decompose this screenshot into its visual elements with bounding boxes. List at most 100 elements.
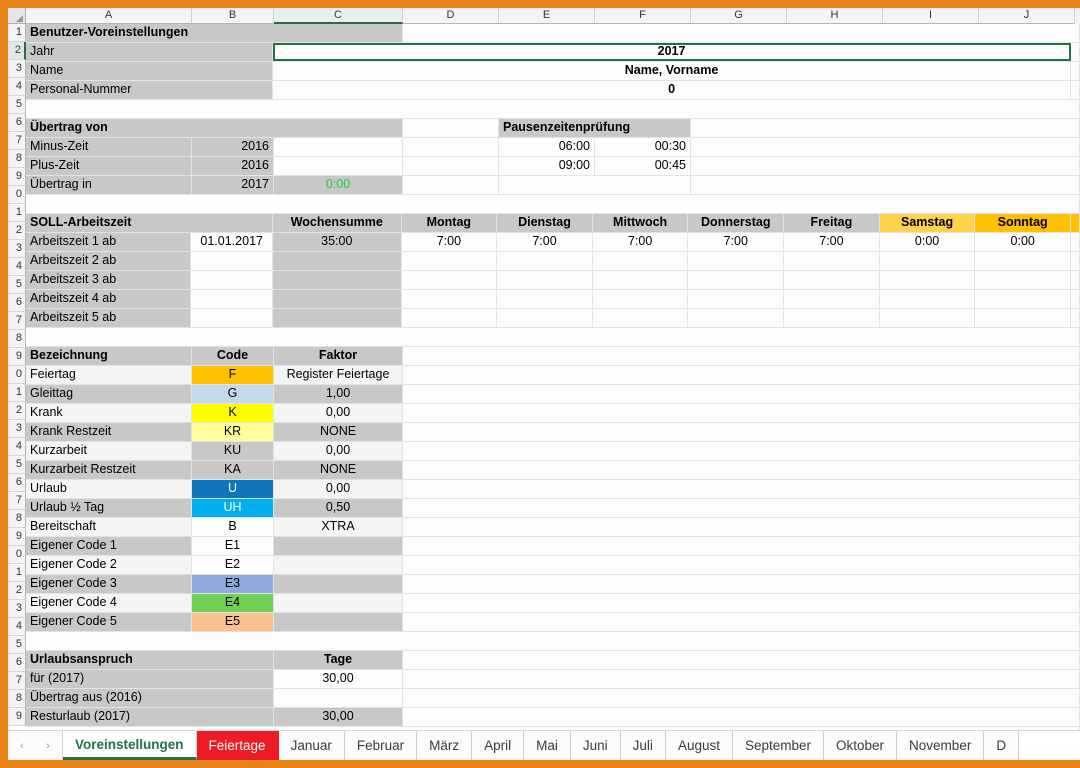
soll-day-1-4[interactable]: 7:00 [688,233,784,251]
code-value-5[interactable]: KU [192,442,274,460]
sheet-tab-mai[interactable]: Mai [524,731,571,760]
sheet-tab-januar[interactable]: Januar [279,731,345,760]
empty-cell[interactable] [403,176,499,194]
soll-day-1-5[interactable]: 7:00 [784,233,880,251]
soll-day-2-3[interactable] [593,252,689,270]
empty-cell[interactable] [26,195,1080,213]
empty-cell[interactable] [403,138,499,156]
soll-day-5-2[interactable] [497,309,593,327]
soll-date-3[interactable] [191,271,273,289]
empty-cell[interactable] [403,670,1080,688]
code-value-9[interactable]: B [192,518,274,536]
soll-day-2-4[interactable] [688,252,784,270]
empty-cell[interactable] [1071,43,1080,61]
code-faktor-8[interactable]: 0,50 [274,499,403,517]
soll-day-3-1[interactable] [402,271,498,289]
soll-day-5-3[interactable] [593,309,689,327]
empty-cell[interactable] [403,480,1080,498]
sheet-tab-april[interactable]: April [472,731,524,760]
empty-cell[interactable] [691,176,1080,194]
code-faktor-9[interactable]: XTRA [274,518,403,536]
soll-day-1-3[interactable]: 7:00 [593,233,689,251]
code-value-7[interactable]: U [192,480,274,498]
empty-cell[interactable] [403,442,1080,460]
column-header-a[interactable]: A [26,8,192,24]
code-faktor-6[interactable]: NONE [274,461,403,479]
empty-cell[interactable] [403,575,1080,593]
soll-day-2-1[interactable] [402,252,498,270]
empty-cell[interactable] [403,347,1080,365]
column-header-i[interactable]: I [883,8,979,24]
row-header-9[interactable]: 9 [8,168,26,186]
empty-cell[interactable] [403,556,1080,574]
soll-day-4-6[interactable] [880,290,976,308]
empty-cell[interactable] [403,708,1080,726]
soll-day-3-2[interactable] [497,271,593,289]
column-header-f[interactable]: F [595,8,691,24]
empty-cell[interactable] [403,594,1080,612]
row-header-16[interactable]: 6 [8,294,26,312]
row-header-37[interactable]: 7 [8,672,26,690]
soll-day-5-1[interactable] [402,309,498,327]
pausen-dur-2[interactable]: 00:45 [595,157,691,175]
pausen-from-1[interactable]: 06:00 [499,138,595,156]
sheet-tab-voreinstellungen[interactable]: Voreinstellungen [63,731,197,760]
empty-cell[interactable] [26,328,1080,346]
empty-cell[interactable] [1071,290,1080,308]
soll-day-4-7[interactable] [975,290,1071,308]
row-header-21[interactable]: 1 [8,384,26,402]
sheet-tab-oktober[interactable]: Oktober [824,731,897,760]
code-faktor-4[interactable]: NONE [274,423,403,441]
empty-cell[interactable] [403,461,1080,479]
soll-day-1-7[interactable]: 0:00 [975,233,1071,251]
code-value-8[interactable]: UH [192,499,274,517]
code-value-14[interactable]: E5 [192,613,274,631]
empty-cell[interactable] [1071,271,1080,289]
soll-day-1-1[interactable]: 7:00 [402,233,498,251]
empty-cell[interactable] [26,100,1080,118]
empty-cell[interactable] [403,385,1080,403]
row-header-17[interactable]: 7 [8,312,26,330]
soll-day-2-5[interactable] [784,252,880,270]
sheet-tab-september[interactable]: September [733,731,824,760]
row-header-19[interactable]: 9 [8,348,26,366]
code-faktor-5[interactable]: 0,00 [274,442,403,460]
row-header-15[interactable]: 5 [8,276,26,294]
row-header-24[interactable]: 4 [8,438,26,456]
empty-cell[interactable] [403,119,499,137]
pausen-from-2[interactable]: 09:00 [499,157,595,175]
benutzer-value-2[interactable]: Name, Vorname [273,62,1071,80]
row-header-38[interactable]: 8 [8,690,26,708]
empty-cell[interactable] [691,119,1080,137]
code-faktor-11[interactable] [274,556,403,574]
sheet-tab-august[interactable]: August [666,731,733,760]
row-header-39[interactable]: 9 [8,708,26,726]
row-header-34[interactable]: 4 [8,618,26,636]
row-header-32[interactable]: 2 [8,582,26,600]
benutzer-value-3[interactable]: 0 [273,81,1071,99]
code-value-4[interactable]: KR [192,423,274,441]
empty-cell[interactable] [1071,81,1080,99]
code-faktor-12[interactable] [274,575,403,593]
empty-cell[interactable] [403,157,499,175]
row-header-5[interactable]: 5 [8,96,26,114]
benutzer-value-1[interactable]: 2017 [273,43,1071,61]
code-faktor-1[interactable]: Register Feiertage [274,366,403,384]
pausen-dur-1[interactable]: 00:30 [595,138,691,156]
row-header-29[interactable]: 9 [8,528,26,546]
empty-cell[interactable] [403,537,1080,555]
row-header-10[interactable]: 0 [8,186,26,204]
soll-day-2-6[interactable] [880,252,976,270]
code-faktor-3[interactable]: 0,00 [274,404,403,422]
row-header-12[interactable]: 2 [8,222,26,240]
row-header-33[interactable]: 3 [8,600,26,618]
soll-day-4-5[interactable] [784,290,880,308]
code-value-12[interactable]: E3 [192,575,274,593]
soll-day-4-4[interactable] [688,290,784,308]
column-header-c[interactable]: C [274,8,403,24]
urlaub-value-1[interactable]: 30,00 [274,670,403,688]
empty-cell[interactable] [1071,252,1080,270]
code-value-2[interactable]: G [192,385,274,403]
soll-day-3-5[interactable] [784,271,880,289]
row-header-22[interactable]: 2 [8,402,26,420]
